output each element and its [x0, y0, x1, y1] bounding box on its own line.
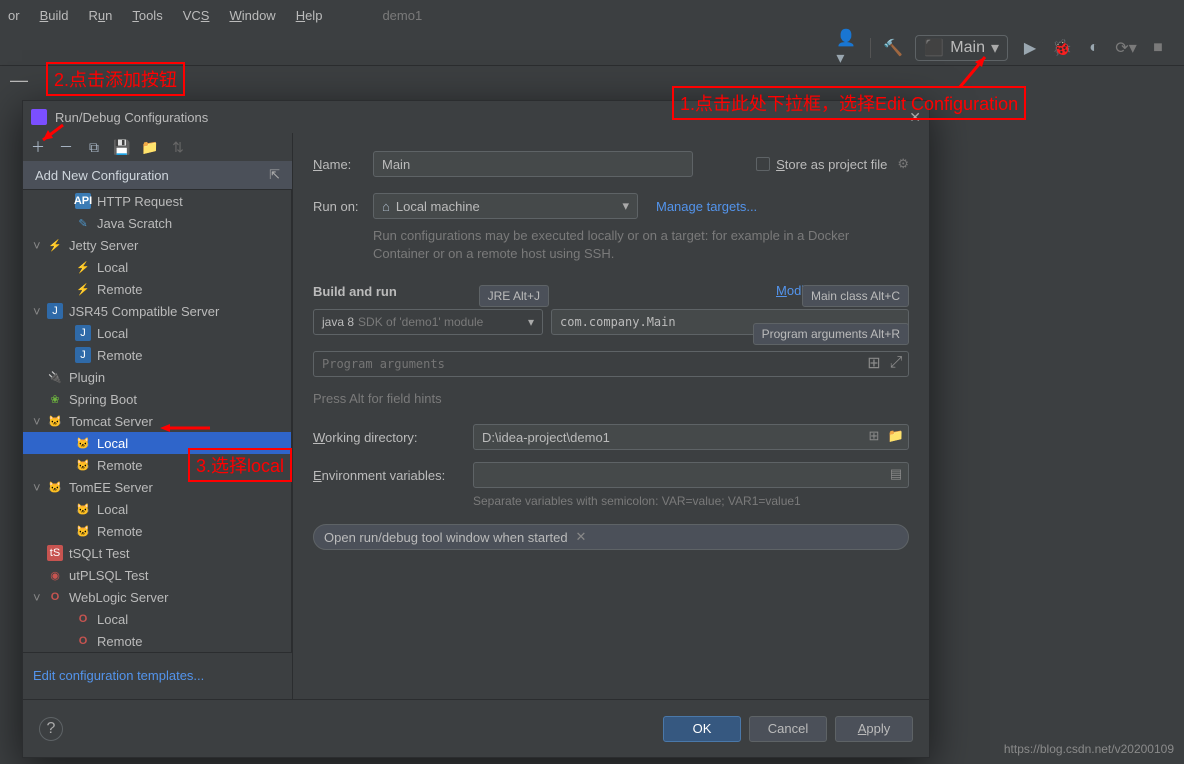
- fullscreen-icon[interactable]: ⤢: [887, 354, 905, 372]
- profile-icon[interactable]: ⟳▾: [1114, 36, 1138, 60]
- arrow-icon: [38, 120, 68, 150]
- chevron-icon: ⇱: [269, 167, 280, 183]
- tree-item-java-scratch[interactable]: ✎Java Scratch: [23, 212, 291, 234]
- workdir-input[interactable]: [473, 424, 909, 450]
- jre-rest: SDK of 'demo1' module: [358, 315, 483, 329]
- tree-item-utplsql-test[interactable]: ◉utPLSQL Test: [23, 564, 291, 586]
- chevron-down-icon: ▾: [528, 315, 534, 329]
- runon-hint: Run configurations may be executed local…: [373, 227, 909, 263]
- runon-value: Local machine: [396, 199, 480, 214]
- tree-item-local[interactable]: ⚡Local: [23, 256, 291, 278]
- expand-icon[interactable]: ⊞: [865, 354, 883, 372]
- jre-value: java 8: [322, 315, 354, 329]
- chevron-down-icon: ▾: [622, 198, 629, 214]
- copy-icon[interactable]: ⧉: [85, 138, 103, 156]
- tree-item-remote[interactable]: ORemote: [23, 630, 291, 652]
- manage-targets-link[interactable]: Manage targets...: [656, 199, 757, 214]
- tree-item-local[interactable]: OLocal: [23, 608, 291, 630]
- annotation-2: 2.点击添加按钮: [46, 62, 185, 96]
- alt-hint: Press Alt for field hints: [313, 391, 909, 406]
- add-new-config-header[interactable]: Add New Configuration ⇱: [23, 161, 292, 189]
- tree-item-weblogic-server[interactable]: ˅OWebLogic Server: [23, 586, 291, 608]
- pill-close-icon[interactable]: ✕: [576, 529, 587, 545]
- config-left-panel: ＋ － ⧉ 💾 📁 ⇅ Add New Configuration ⇱ APIH…: [23, 133, 293, 699]
- store-project-label: Store as project file: [776, 157, 887, 172]
- home-icon: ⌂: [382, 199, 390, 214]
- menu-help[interactable]: Help: [296, 8, 323, 23]
- jre-select[interactable]: java 8 SDK of 'demo1' module ▾: [313, 309, 543, 335]
- project-name: demo1: [382, 8, 422, 23]
- folder-icon[interactable]: 📁: [141, 138, 159, 156]
- hammer-icon[interactable]: 🔨: [881, 36, 905, 60]
- jre-tooltip: JRE Alt+J: [479, 285, 549, 307]
- help-icon[interactable]: ?: [39, 717, 63, 741]
- name-input[interactable]: [373, 151, 693, 177]
- build-run-label: Build and run: [313, 284, 397, 299]
- tree-item-remote[interactable]: ⚡Remote: [23, 278, 291, 300]
- tree-item-remote[interactable]: JRemote: [23, 344, 291, 366]
- tree-item-remote[interactable]: 🐱Remote: [23, 520, 291, 542]
- menu-window[interactable]: Window: [229, 8, 275, 23]
- edit-templates-link[interactable]: Edit configuration templates...: [33, 668, 204, 683]
- tree-item-tsqlt-test[interactable]: tStSQLt Test: [23, 542, 291, 564]
- menu-item[interactable]: or: [8, 8, 20, 23]
- stop-icon[interactable]: ■: [1146, 36, 1170, 60]
- runon-select[interactable]: ⌂ Local machine ▾: [373, 193, 638, 219]
- config-tree[interactable]: APIHTTP Request✎Java Scratch˅⚡Jetty Serv…: [23, 189, 292, 653]
- user-icon[interactable]: 👤▾: [836, 36, 860, 60]
- ok-button[interactable]: OK: [663, 716, 741, 742]
- list-icon[interactable]: ▤: [887, 465, 905, 483]
- dialog-title-text: Run/Debug Configurations: [55, 110, 208, 125]
- tree-item-tomcat-server[interactable]: ˅🐱Tomcat Server: [23, 410, 291, 432]
- runon-label: Run on:: [313, 199, 373, 214]
- tree-item-http-request[interactable]: APIHTTP Request: [23, 190, 291, 212]
- menu-run[interactable]: Run: [88, 8, 112, 23]
- main-toolbar: 👤▾ 🔨 ⬛ Main ▾ ▶ 🐞 ◐ ⟳▾ ■: [0, 30, 1184, 66]
- watermark: https://blog.csdn.net/v20200109: [1004, 742, 1174, 756]
- menu-build[interactable]: Build: [40, 8, 69, 23]
- name-label: Name:: [313, 157, 373, 172]
- sort-icon[interactable]: ⇅: [169, 138, 187, 156]
- pill-label: Open run/debug tool window when started: [324, 530, 568, 545]
- browse-folder-icon[interactable]: 📁: [887, 427, 905, 445]
- menu-bar: or Build Run Tools VCS Window Help demo1: [0, 0, 1184, 30]
- workdir-label: Working directory:: [313, 430, 473, 445]
- tree-item-local[interactable]: 🐱Local: [23, 498, 291, 520]
- add-new-config-label: Add New Configuration: [35, 168, 169, 183]
- cancel-button[interactable]: Cancel: [749, 716, 827, 742]
- tree-item-spring-boot[interactable]: ❀Spring Boot: [23, 388, 291, 410]
- tree-item-plugin[interactable]: 🔌Plugin: [23, 366, 291, 388]
- tree-item-local[interactable]: JLocal: [23, 322, 291, 344]
- play-icon[interactable]: ▶: [1018, 36, 1042, 60]
- config-right-panel: Name: Store as project file ⚙ Run on: ⌂ …: [293, 133, 929, 699]
- arrow-icon: [160, 422, 210, 434]
- annotation-3: 3.选择local: [188, 448, 292, 482]
- run-glyph-icon: ⬛: [924, 38, 944, 58]
- mainclass-tooltip: Main class Alt+C: [802, 285, 909, 307]
- apply-button[interactable]: Apply: [835, 716, 913, 742]
- edit-templates-row: Edit configuration templates...: [23, 653, 292, 699]
- save-icon[interactable]: 💾: [113, 138, 131, 156]
- envvar-input[interactable]: [473, 462, 909, 488]
- minimize-icon[interactable]: —: [10, 70, 28, 91]
- progargs-tooltip: Program arguments Alt+R: [753, 323, 909, 345]
- envvar-hint: Separate variables with semicolon: VAR=v…: [473, 494, 909, 508]
- debug-icon[interactable]: 🐞: [1050, 36, 1074, 60]
- store-project-checkbox[interactable]: [756, 157, 770, 171]
- menu-vcs[interactable]: VCS: [183, 8, 210, 23]
- gear-icon[interactable]: ⚙: [897, 156, 909, 172]
- tree-item-jsr45-compatible-server[interactable]: ˅JJSR45 Compatible Server: [23, 300, 291, 322]
- tree-item-jetty-server[interactable]: ˅⚡Jetty Server: [23, 234, 291, 256]
- coverage-icon[interactable]: ◐: [1082, 36, 1106, 60]
- option-pill[interactable]: Open run/debug tool window when started …: [313, 524, 909, 550]
- inline-icon[interactable]: ⊞: [865, 427, 883, 445]
- separator: [870, 38, 871, 58]
- dialog-footer: ? OK Cancel Apply: [23, 699, 929, 757]
- run-debug-dialog: Run/Debug Configurations ✕ ＋ － ⧉ 💾 📁 ⇅ A…: [22, 100, 930, 758]
- program-arguments-input[interactable]: [313, 351, 909, 377]
- annotation-1: 1.点击此处下拉框，选择Edit Configuration: [672, 86, 1026, 120]
- menu-tools[interactable]: Tools: [132, 8, 162, 23]
- envvar-label: Environment variables:: [313, 468, 473, 483]
